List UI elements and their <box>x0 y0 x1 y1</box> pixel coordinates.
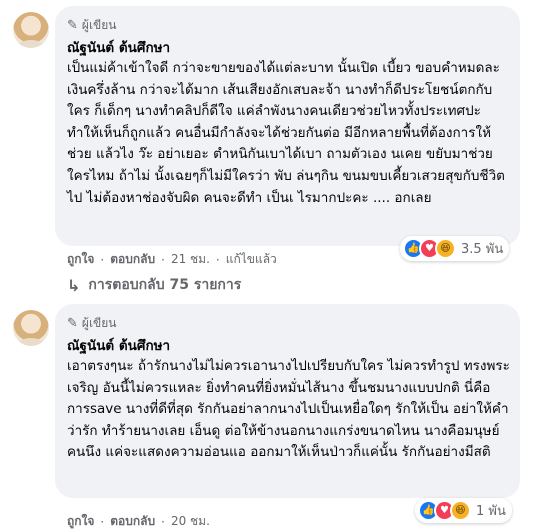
separator-dot: · <box>161 514 165 529</box>
comment-actions: ถูกใจ · ตอบกลับ · 20 ชม. <box>67 512 210 531</box>
comment-bubble: ✎ ผู้เขียน ณัฐนันต์ ต้นศึกษา เอาตรงๆนะ ถ… <box>55 304 520 498</box>
edited-label: แก้ไขแล้ว <box>225 252 277 266</box>
timestamp[interactable]: 21 ชม. <box>171 250 210 269</box>
haha-reaction-icon: 😆 <box>435 238 456 259</box>
reaction-summary[interactable]: 👍 ♥ 😆 1 พัน <box>415 498 512 523</box>
separator-dot: · <box>100 252 105 267</box>
author-badge: ✎ ผู้เขียน <box>67 16 116 35</box>
comment-2: ✎ ผู้เขียน ณัฐนันต์ ต้นศึกษา เอาตรงๆนะ ถ… <box>0 304 540 532</box>
like-button[interactable]: ถูกใจ <box>67 250 94 269</box>
author-badge-label: ผู้เขียน <box>81 18 117 32</box>
replies-label: การตอบกลับ 75 รายการ <box>88 277 242 293</box>
comment-actions: ถูกใจ · ตอบกลับ · 21 ชม. · แก้ไขแล้ว <box>67 250 277 269</box>
comment-text: เอาตรงๆนะ ถ้ารักนางไม่ไม่ควรเอานางไปเปรี… <box>67 358 510 461</box>
like-button[interactable]: ถูกใจ <box>67 512 94 531</box>
comment-text: เป็นแม่ค้าเข้าใจดี กว่าจะขายของได้แต่ละบ… <box>67 60 505 206</box>
reply-button[interactable]: ตอบกลับ <box>110 250 155 269</box>
reaction-count: 3.5 พัน <box>461 242 504 257</box>
separator-dot: · <box>161 252 165 267</box>
author-name[interactable]: ณัฐนันต์ ต้นศึกษา <box>67 334 170 356</box>
author-badge: ✎ ผู้เขียน <box>67 314 116 333</box>
author-name[interactable]: ณัฐนันต์ ต้นศึกษา <box>67 36 170 58</box>
timestamp[interactable]: 20 ชม. <box>171 512 210 531</box>
reaction-summary[interactable]: 👍 ♥ 😆 3.5 พัน <box>400 236 510 261</box>
reply-button[interactable]: ตอบกลับ <box>110 512 155 531</box>
comment-bubble: ✎ ผู้เขียน ณัฐนันต์ ต้นศึกษา เป็นแม่ค้าเ… <box>55 6 520 246</box>
avatar[interactable] <box>13 310 49 346</box>
separator-dot: · <box>100 514 105 529</box>
comment-1: ✎ ผู้เขียน ณัฐนันต์ ต้นศึกษา เป็นแม่ค้าเ… <box>0 0 540 300</box>
view-replies-link[interactable]: ↳ การตอบกลับ 75 รายการ <box>67 274 241 296</box>
author-badge-label: ผู้เขียน <box>81 316 117 330</box>
avatar[interactable] <box>13 12 49 48</box>
reaction-count: 1 พัน <box>476 504 506 519</box>
pen-icon: ✎ <box>67 316 78 331</box>
separator-dot: · <box>215 252 220 267</box>
pen-icon: ✎ <box>67 18 78 33</box>
haha-reaction-icon: 😆 <box>450 500 471 521</box>
reply-arrow-icon: ↳ <box>67 275 81 295</box>
